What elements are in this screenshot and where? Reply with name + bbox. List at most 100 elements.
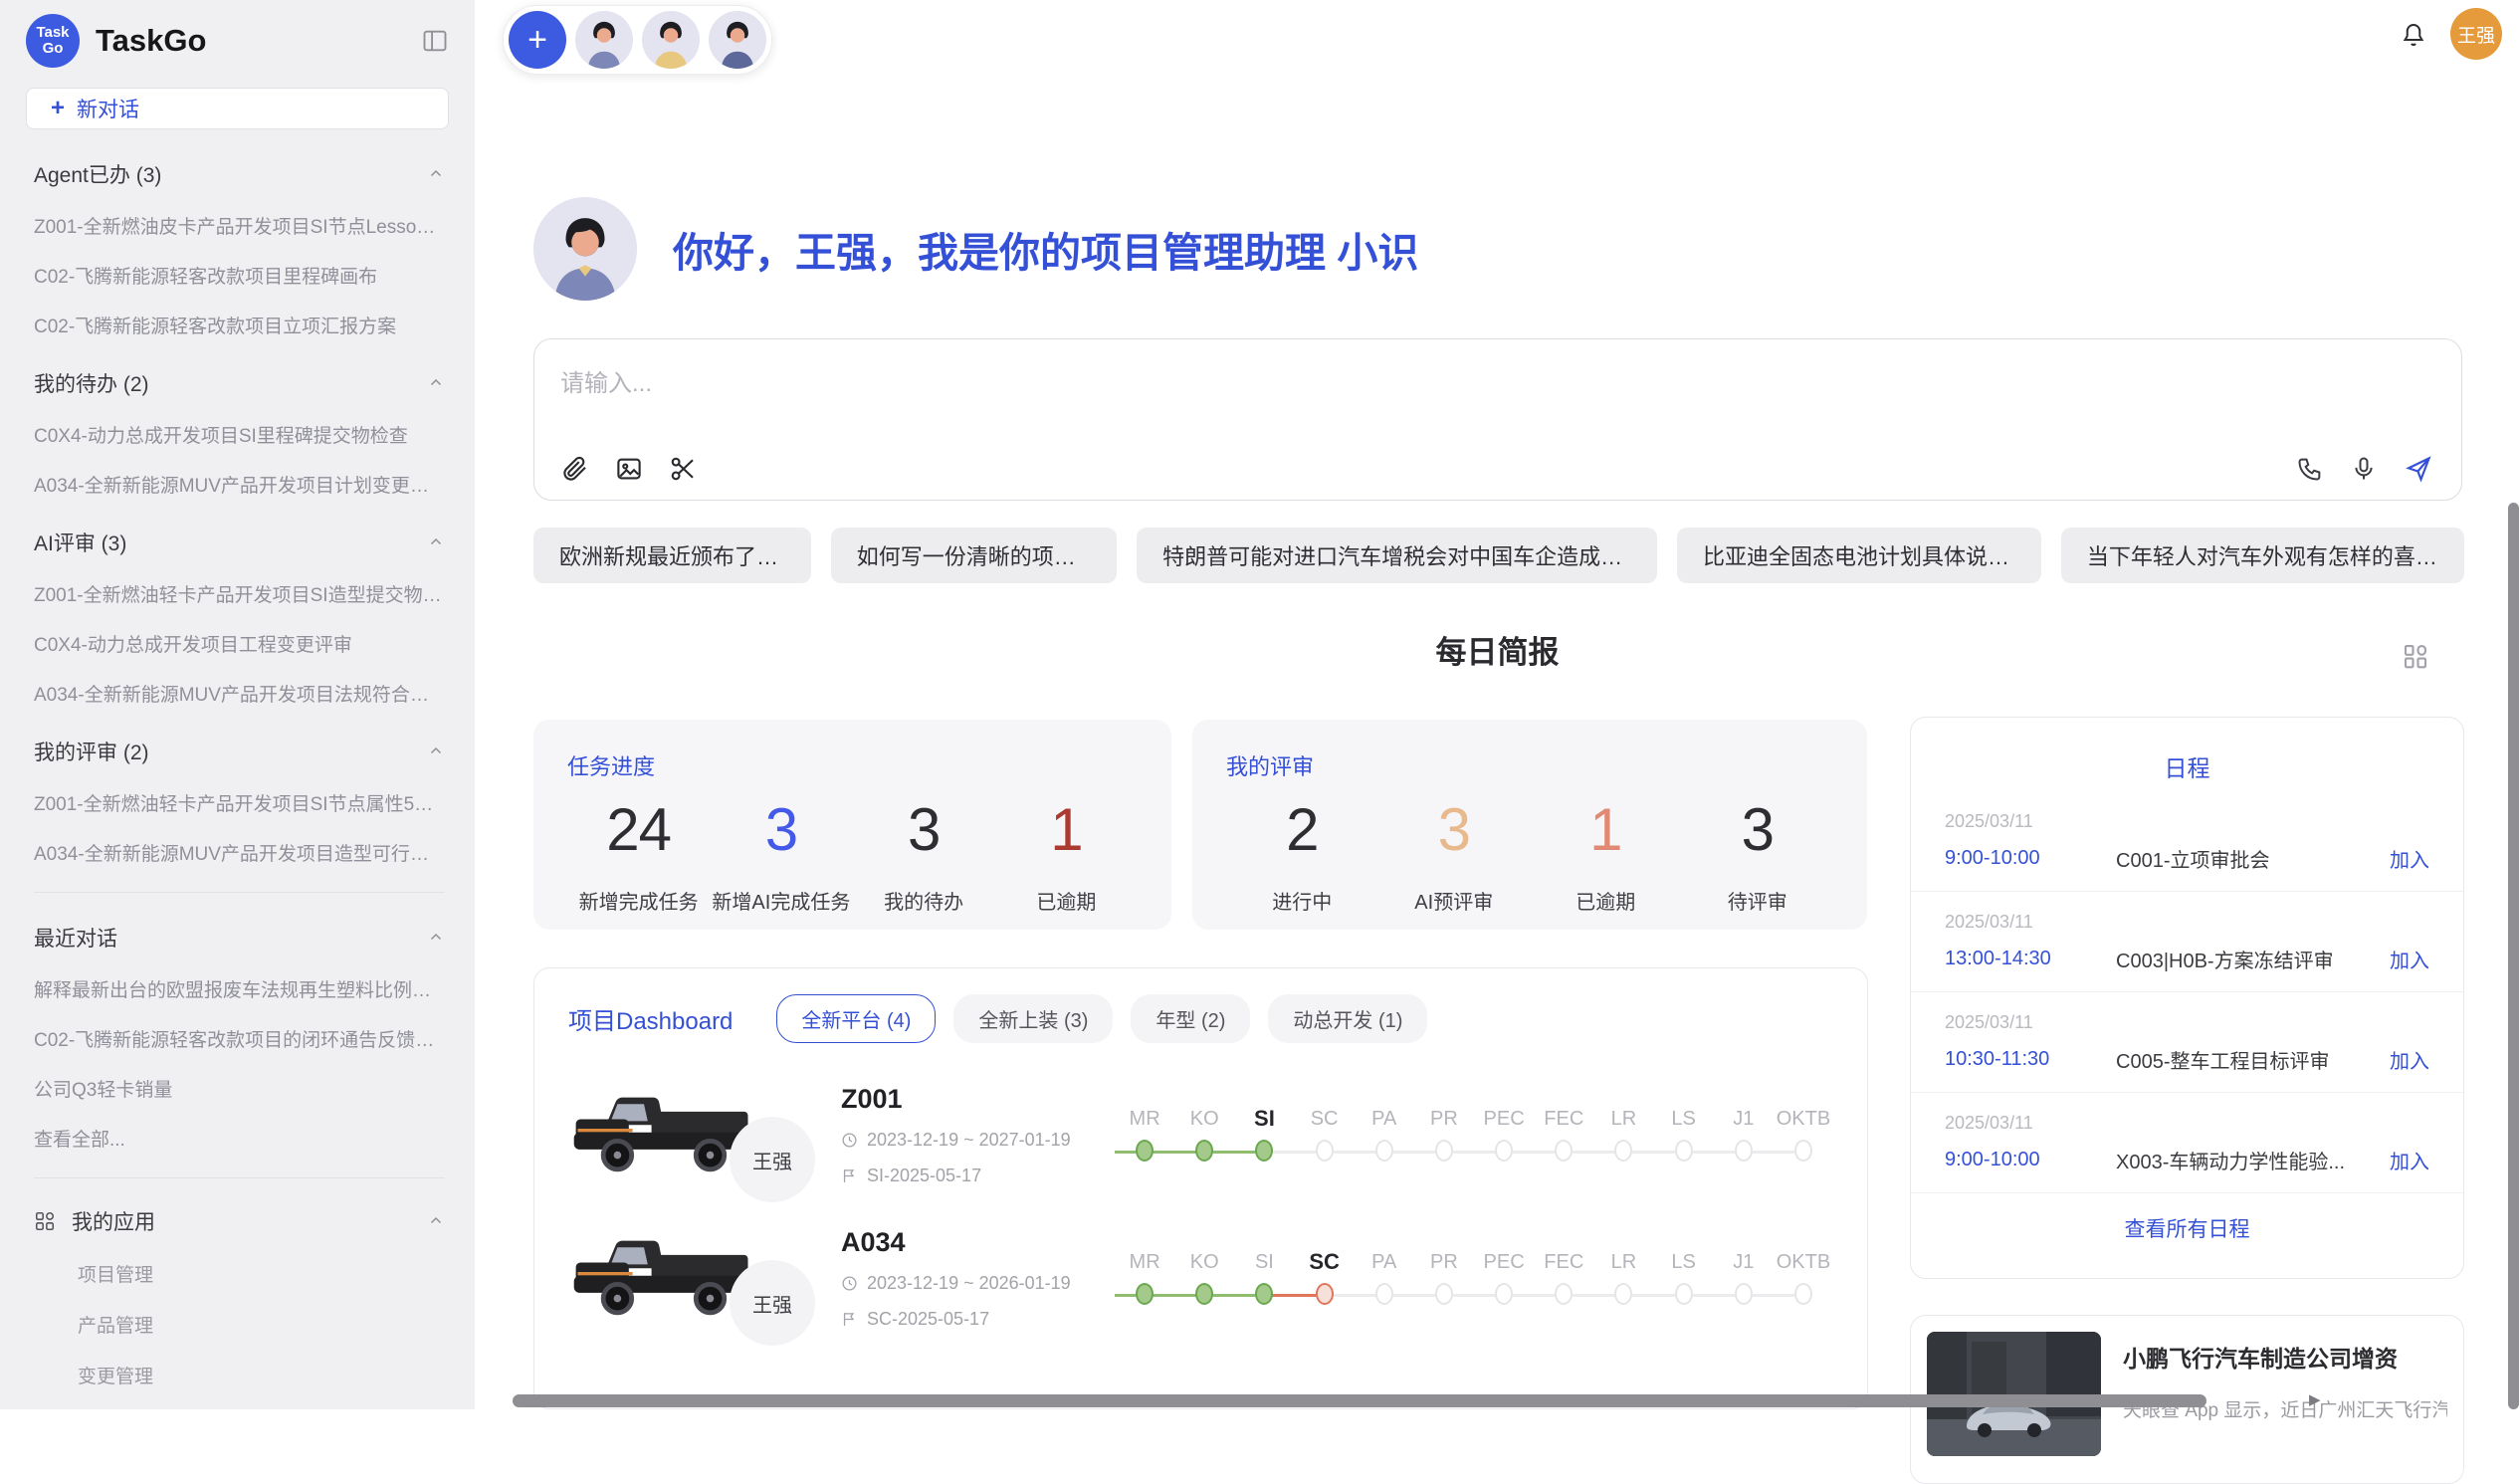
horizontal-scrollbar[interactable] (513, 1394, 2206, 1407)
suggestion-chip-4[interactable]: 当下年轻人对汽车外观有怎样的喜好趋势 (2061, 528, 2464, 583)
dashboard-tab-1[interactable]: 全新上装 (3) (953, 994, 1113, 1043)
milestone-LR: LR (1593, 1247, 1653, 1309)
recent-conversation-item[interactable]: 公司Q3轻卡销量 (34, 1075, 445, 1102)
send-icon[interactable] (2404, 454, 2433, 484)
sidebar-item-my-apps[interactable]: 我的应用 (34, 1206, 445, 1236)
milestone-LS: LS (1654, 1247, 1714, 1309)
join-link[interactable]: 加入 (2390, 1045, 2429, 1074)
milestone-PEC: PEC (1474, 1247, 1534, 1309)
chevron-up-icon[interactable] (427, 929, 445, 947)
app-child-item[interactable]: 项目管理 (34, 1260, 445, 1287)
milestone-dot (1435, 1283, 1453, 1305)
microphone-icon[interactable] (2350, 455, 2378, 483)
milestone-LR: LR (1593, 1104, 1653, 1166)
attachment-icon[interactable] (560, 454, 590, 484)
flag-date: SI-2025-05-17 (867, 1166, 981, 1186)
milestone-label: LS (1654, 1247, 1714, 1281)
avatar-3[interactable] (709, 11, 766, 69)
sidebar-task-item[interactable]: C02-飞腾新能源轻客改款项目里程碑画布 (34, 262, 445, 289)
milestone-label: FEC (1534, 1247, 1593, 1281)
milestone-MR: MR (1115, 1104, 1174, 1166)
milestone-dot (1316, 1140, 1334, 1162)
layout-grid-icon[interactable] (2401, 641, 2430, 671)
user-avatar[interactable]: 王强 (2450, 8, 2502, 60)
suggestion-chip-0[interactable]: 欧洲新规最近颁布了什么? (533, 528, 811, 583)
scissors-icon[interactable] (668, 454, 698, 484)
sidebar-sections: Agent已办 (3) Z001-全新燃油皮卡产品开发项目SI节点Lesson L… (34, 159, 445, 866)
section-header-1[interactable]: 我的待办 (2) (34, 368, 445, 398)
greeting-block: 你好，王强，我是你的项目管理助理 小识 (533, 197, 1418, 301)
schedule-name: C001-立项审批会 (2116, 844, 2374, 873)
project-rows: 王强Z0012023-12-19 ~ 2027-01-19SI-2025-05-… (568, 1083, 1833, 1330)
milestone-label: PEC (1474, 1247, 1534, 1281)
recent-header[interactable]: 最近对话 (34, 923, 445, 953)
schedule-item: 2025/03/119:00-10:00C001-立项审批会加入 (1911, 791, 2463, 891)
stat-value: 3 (853, 795, 995, 864)
milestone-label: SI (1234, 1104, 1294, 1138)
recent-conversation-item[interactable]: C02-飞腾新能源轻客改款项目的闭环通告反馈情况 (34, 1025, 445, 1052)
milestone-dot (1435, 1140, 1453, 1162)
sidebar-task-item[interactable]: A034-全新新能源MUV产品开发项目法规符合性评审 (34, 680, 445, 707)
sidebar-task-item[interactable]: C0X4-动力总成开发项目SI里程碑提交物检查 (34, 421, 445, 448)
sidebar-task-item[interactable]: C02-飞腾新能源轻客改款项目立项汇报方案 (34, 312, 445, 338)
project-flag: SI-2025-05-17 (841, 1166, 1095, 1186)
chat-input[interactable] (560, 363, 2435, 443)
section-title: Agent已办 (3) (34, 159, 161, 189)
section-header-3[interactable]: 我的评审 (2) (34, 737, 445, 766)
sidebar-task-item[interactable]: Z001-全新燃油轻卡产品开发项目SI节点属性5D文件评审 (34, 789, 445, 816)
scroll-right-arrow[interactable]: ▶ (2309, 1390, 2321, 1408)
milestone-label: PA (1355, 1247, 1414, 1281)
image-icon[interactable] (614, 454, 644, 484)
milestone-J1: J1 (1714, 1104, 1774, 1166)
add-agent-button[interactable]: + (509, 11, 566, 69)
recent-conversations: 最近对话解释最新出台的欧盟报废车法规再生塑料比例被调至15%... C02-飞腾新… (34, 923, 445, 1152)
sidebar-task-item[interactable]: A034-全新新能源MUV产品开发项目造型可行性评审 (34, 839, 445, 866)
chevron-up-icon[interactable] (427, 374, 445, 392)
suggestion-chip-3[interactable]: 比亚迪全固态电池计划具体说了什么 (1677, 528, 2041, 583)
milestone-dot (1794, 1283, 1812, 1305)
daily-briefing-title: 每日简报 (475, 627, 2520, 672)
dashboard-tab-0[interactable]: 全新平台 (4) (776, 994, 936, 1043)
project-owner-badge: 王强 (730, 1117, 815, 1202)
chevron-up-icon[interactable] (427, 1212, 445, 1230)
suggestion-chip-2[interactable]: 特朗普可能对进口汽车增税会对中国车企造成哪些影响 (1137, 528, 1657, 583)
phone-icon[interactable] (2296, 455, 2324, 483)
join-link[interactable]: 加入 (2390, 844, 2429, 873)
dashboard-tab-2[interactable]: 年型 (2) (1131, 994, 1250, 1043)
chevron-up-icon[interactable] (427, 165, 445, 183)
join-link[interactable]: 加入 (2390, 1146, 2429, 1174)
clock-icon (841, 1275, 858, 1292)
view-all-schedule-link[interactable]: 查看所有日程 (1911, 1192, 2463, 1263)
chevron-up-icon[interactable] (427, 533, 445, 551)
flag-icon (841, 1167, 858, 1184)
sidebar-task-item[interactable]: Z001-全新燃油轻卡产品开发项目SI造型提交物评审 (34, 580, 445, 607)
new-chat-button[interactable]: + 新对话 (26, 88, 449, 129)
join-link[interactable]: 加入 (2390, 945, 2429, 973)
sidebar-task-item[interactable]: Z001-全新燃油皮卡产品开发项目SI节点Lesson Learn报告 (34, 212, 445, 239)
section-header-0[interactable]: Agent已办 (3) (34, 159, 445, 189)
avatar-1[interactable] (575, 11, 633, 69)
milestone-KO: KO (1174, 1104, 1234, 1166)
dashboard-tab-3[interactable]: 动总开发 (1) (1268, 994, 1427, 1043)
my-apps-label: 我的应用 (72, 1206, 155, 1236)
sidebar-task-item[interactable]: A034-全新新能源MUV产品开发项目计划变更表编写 (34, 471, 445, 498)
app-child-item[interactable]: 变更管理 (34, 1362, 445, 1388)
sidebar-collapse-icon[interactable] (421, 27, 449, 55)
sidebar-task-item[interactable]: C0X4-动力总成开发项目工程变更评审 (34, 630, 445, 657)
project-row-Z001[interactable]: 王强Z0012023-12-19 ~ 2027-01-19SI-2025-05-… (568, 1083, 1833, 1186)
vertical-scrollbar[interactable] (2508, 503, 2519, 1409)
avatar-2[interactable] (642, 11, 700, 69)
stat-新增完成任务: 24新增完成任务 (567, 795, 710, 915)
milestone-label: OKTB (1774, 1247, 1833, 1281)
project-row-A034[interactable]: 王强A0342023-12-19 ~ 2026-01-19SC-2025-05-… (568, 1226, 1833, 1330)
recent-conversation-item[interactable]: 解释最新出台的欧盟报废车法规再生塑料比例被调至15%... (34, 975, 445, 1002)
news-title: 小鹏飞行汽车制造公司增资 (2123, 1340, 2447, 1374)
project-code: Z001 (841, 1084, 1095, 1115)
chevron-up-icon[interactable] (427, 742, 445, 760)
section-header-2[interactable]: AI评审 (3) (34, 528, 445, 557)
notifications-bell-icon[interactable] (2399, 20, 2428, 50)
app-child-item[interactable]: 产品管理 (34, 1311, 445, 1338)
view-all-conversations[interactable]: 查看全部... (34, 1125, 445, 1152)
suggestion-chip-1[interactable]: 如何写一份清晰的项目周报 (831, 528, 1117, 583)
logo-text-top: Task (36, 25, 69, 41)
